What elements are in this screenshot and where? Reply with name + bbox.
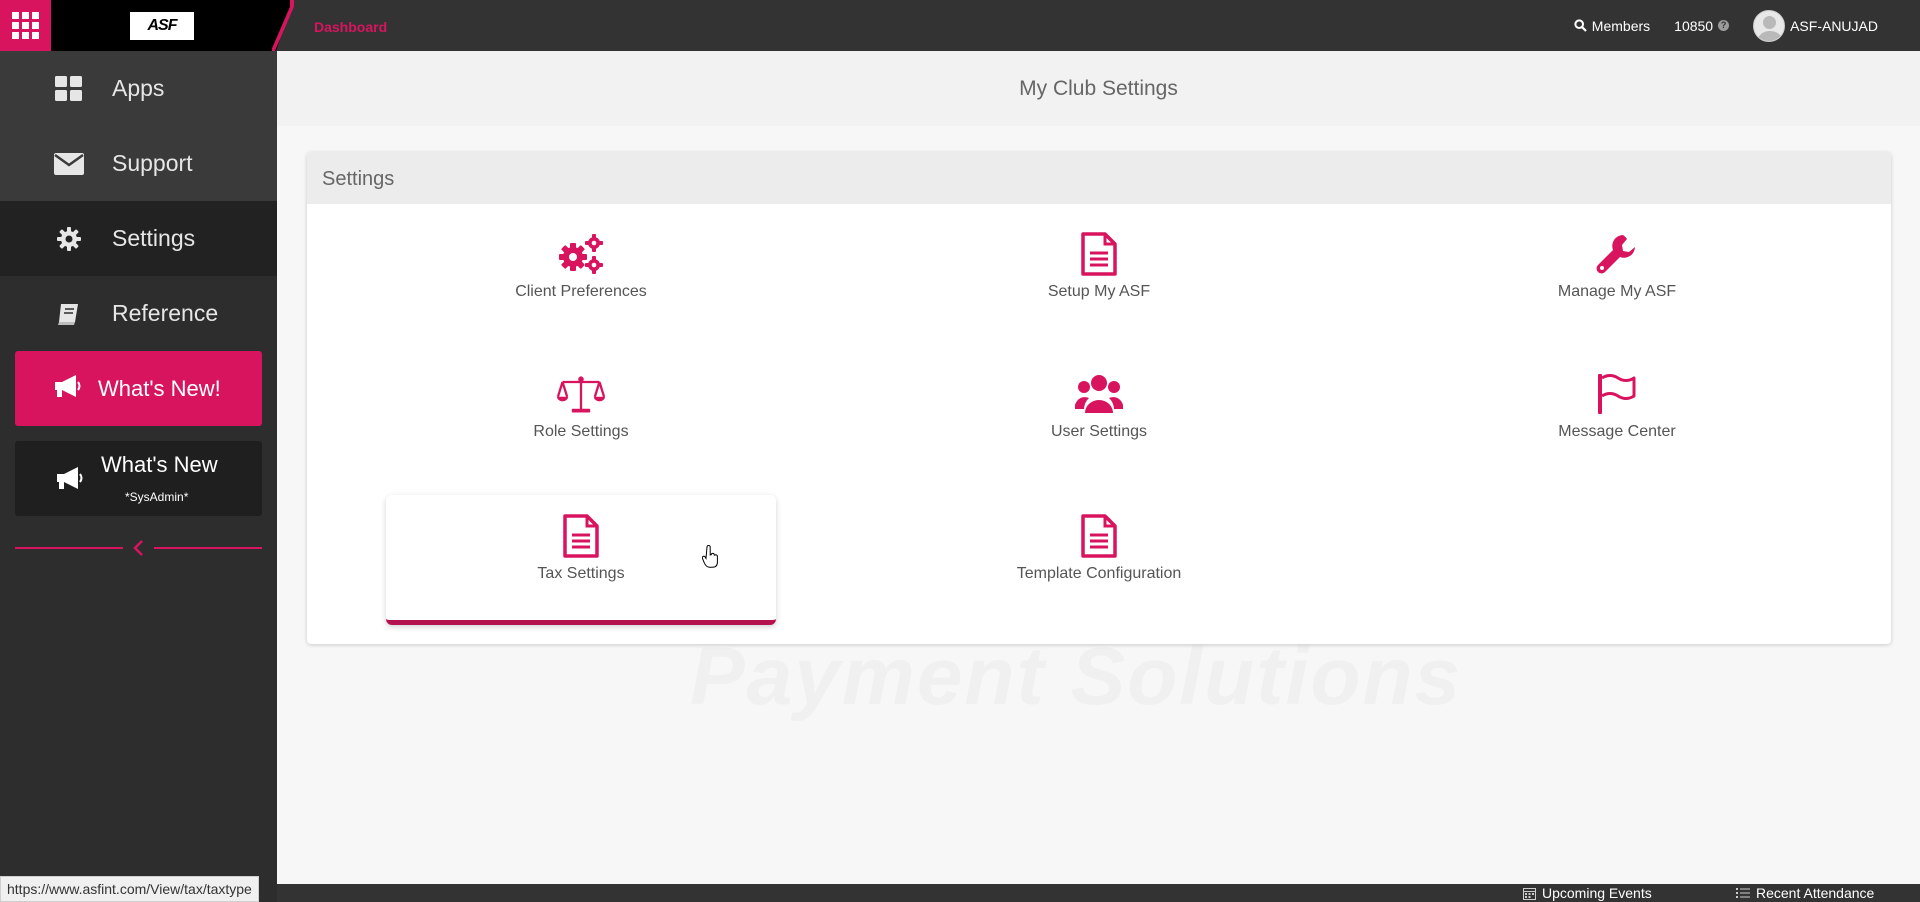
tile-label: Role Settings [533, 423, 629, 440]
page-header: My Club Settings [277, 51, 1920, 126]
sidebar-collapse-toggle[interactable] [15, 538, 262, 558]
tile-label: Tax Settings [537, 565, 625, 582]
tile-label: Manage My ASF [1557, 283, 1677, 300]
panel-header: Settings [307, 152, 1891, 204]
sidebar-item-label: Settings [112, 225, 196, 251]
document-icon [1075, 514, 1123, 558]
chevron-left-icon[interactable] [131, 538, 147, 558]
tile-label: Client Preferences [515, 283, 647, 300]
panel-title: Settings [322, 168, 395, 190]
tile-setup-my-asf[interactable]: Setup My ASF [904, 205, 1294, 325]
tile-label: User Settings [1050, 423, 1148, 440]
sidebar-item-support[interactable]: Support [0, 126, 277, 201]
help-icon[interactable]: ? [1718, 20, 1730, 31]
member-count-value: 10850 [1674, 17, 1714, 34]
document-icon [557, 514, 605, 558]
document-icon [1075, 232, 1123, 276]
members-search-button[interactable]: Members [1574, 18, 1650, 34]
members-label: Members [1591, 17, 1651, 34]
status-bar-url: https://www.asfint.com/View/tax/taxtype [0, 876, 259, 902]
divider [15, 547, 123, 549]
tile-manage-my-asf[interactable]: Manage My ASF [1422, 205, 1812, 325]
sidebar-item-label: Reference [112, 300, 219, 326]
whats-new-sys-title: What's New [101, 452, 218, 477]
book-icon [52, 297, 86, 331]
calendar-icon [1523, 887, 1536, 900]
users-icon [1075, 373, 1123, 415]
recent-attendance-button[interactable]: Recent Attendance [1736, 885, 1874, 901]
user-menu[interactable]: ASF-ANUJAD [1753, 9, 1878, 42]
avatar [1753, 9, 1786, 42]
flag-icon [1593, 373, 1641, 415]
top-right-menu: Members 10850 ? ASF-ANUJAD [1574, 0, 1878, 51]
top-bar: ASF Dashboard Members 10850 ? ASF-ANUJAD [0, 0, 1920, 51]
whats-new-sys-subtitle: *SysAdmin* [125, 490, 189, 504]
sidebar-item-apps[interactable]: Apps [0, 51, 277, 126]
recent-attendance-label: Recent Attendance [1756, 885, 1875, 901]
app-grid-button[interactable] [0, 0, 51, 51]
asf-logo[interactable]: ASF [130, 12, 194, 40]
whats-new-sysadmin-button[interactable]: What's New *SysAdmin* [15, 441, 262, 516]
breadcrumb-dashboard[interactable]: Dashboard [314, 19, 387, 35]
whats-new-button[interactable]: What's New! [15, 351, 262, 426]
sidebar: Apps Support Settings Reference What's N… [0, 51, 277, 902]
tile-role-settings[interactable]: Role Settings [386, 345, 776, 465]
tile-label: Setup My ASF [1047, 283, 1151, 300]
footer-bar: Upcoming Events Recent Attendance [277, 884, 1920, 902]
wrench-icon [1593, 233, 1641, 275]
gears-icon [557, 233, 605, 275]
username: ASF-ANUJAD [1790, 17, 1878, 34]
search-icon [1574, 19, 1587, 32]
tile-message-center[interactable]: Message Center [1422, 345, 1812, 465]
megaphone-icon [53, 374, 83, 404]
envelope-icon [52, 147, 86, 181]
list-icon [1736, 888, 1750, 898]
upcoming-events-button[interactable]: Upcoming Events [1523, 885, 1652, 901]
sidebar-item-reference[interactable]: Reference [0, 276, 277, 351]
sidebar-item-settings[interactable]: Settings [0, 201, 277, 276]
watermark: Payment Solutions [690, 631, 1463, 722]
member-count[interactable]: 10850 ? [1674, 17, 1730, 34]
page-title: My Club Settings [1019, 77, 1178, 100]
sidebar-item-label: Apps [112, 75, 165, 101]
hand-cursor-icon [702, 545, 718, 568]
logo-divider [272, 0, 294, 51]
tile-template-configuration[interactable]: Template Configuration [904, 495, 1294, 615]
megaphone-icon [55, 465, 85, 496]
tile-label: Message Center [1558, 423, 1676, 440]
settings-panel: Settings Client Preferences Setup My ASF… [307, 152, 1891, 644]
tile-client-preferences[interactable]: Client Preferences [386, 205, 776, 325]
upcoming-events-label: Upcoming Events [1542, 885, 1652, 901]
gear-icon [52, 222, 86, 256]
sidebar-item-label: Support [112, 150, 193, 176]
whats-new-label: What's New! [98, 375, 221, 401]
tile-label: Template Configuration [1016, 565, 1182, 582]
balance-scale-icon [557, 373, 605, 415]
grid-icon [52, 72, 86, 106]
tile-user-settings[interactable]: User Settings [904, 345, 1294, 465]
divider [154, 547, 262, 549]
